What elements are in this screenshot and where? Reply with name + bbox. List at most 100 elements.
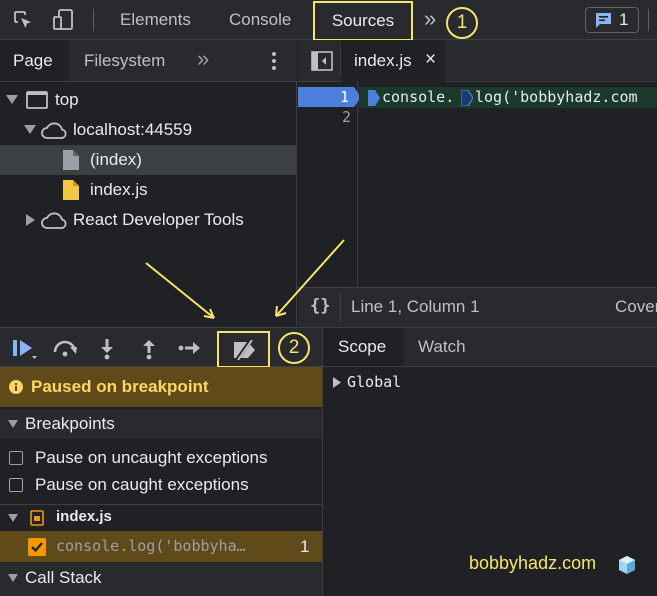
- scope-global-row[interactable]: Global: [323, 371, 657, 395]
- tree-item-host[interactable]: localhost:44559: [0, 115, 297, 145]
- pretty-print-icon[interactable]: {}: [310, 296, 330, 316]
- tab-page-label: Page: [13, 51, 53, 70]
- coverage-label: Cover: [615, 297, 657, 316]
- tab-elements[interactable]: Elements: [120, 0, 191, 40]
- collapsed-arrow-icon: [26, 214, 36, 226]
- pause-options: Pause on uncaught exceptions Pause on ca…: [0, 439, 322, 504]
- debugger-toolbar: 2: [0, 327, 322, 368]
- tab-filesystem[interactable]: Filesystem: [84, 51, 165, 71]
- scope-tabs: Scope Watch: [322, 327, 657, 367]
- breakpoint-file-row[interactable]: index.js: [0, 504, 322, 531]
- breakpoint-file-label: index.js: [56, 508, 112, 525]
- tab-watch[interactable]: Watch: [418, 337, 466, 357]
- devtools-toolbar: Elements Console Sources » 1 1: [0, 0, 657, 41]
- scope-global-label: Global: [347, 373, 402, 391]
- cloud-icon: [40, 212, 68, 230]
- pause-uncaught-checkbox[interactable]: [9, 451, 23, 465]
- tree-item-index-label: (index): [90, 150, 142, 169]
- expand-arrow-icon: [8, 514, 18, 522]
- tree-item-index[interactable]: (index): [0, 145, 297, 175]
- resume-icon[interactable]: [12, 338, 38, 360]
- breakpoint-checkbox[interactable]: [28, 538, 46, 556]
- editor-tab-indexjs[interactable]: index.js ×: [341, 40, 445, 82]
- editor-tab-label: index.js: [354, 51, 412, 70]
- breakpoint-marker[interactable]: 1: [298, 87, 361, 107]
- cursor-position: Line 1, Column 1: [351, 297, 480, 316]
- pause-caught-checkbox[interactable]: [9, 478, 23, 492]
- step-out-icon[interactable]: [141, 338, 157, 360]
- frame-icon: [26, 91, 48, 109]
- paused-text: Paused on breakpoint: [31, 377, 209, 396]
- navigator-tabs: Page Filesystem »: [0, 40, 297, 82]
- toolbar-divider-right: [648, 9, 649, 31]
- message-icon: [595, 12, 612, 29]
- tab-scope-label: Scope: [338, 337, 387, 356]
- close-tab-icon[interactable]: ×: [425, 49, 436, 71]
- collapsed-arrow-icon: [333, 377, 341, 388]
- paused-banner: Paused on breakpoint: [0, 367, 322, 407]
- tab-sources[interactable]: Sources: [313, 1, 413, 41]
- step-into-icon[interactable]: [99, 338, 115, 360]
- line-number-2: 2: [341, 108, 351, 126]
- line-gutter: 1 2: [298, 82, 361, 287]
- info-icon: [9, 380, 23, 394]
- editor-status-bar: {} Line 1, Column 1 Cover: [298, 287, 657, 327]
- step-icon[interactable]: [178, 340, 202, 356]
- toolbar-divider: [93, 9, 94, 31]
- file-tree: top localhost:44559 (index) index.js Rea…: [0, 82, 297, 326]
- file-icon: [62, 149, 80, 171]
- js-file-icon: [30, 510, 44, 526]
- tree-item-host-label: localhost:44559: [73, 120, 193, 139]
- expand-arrow-icon: [8, 574, 18, 582]
- tab-sources-label: Sources: [331, 11, 395, 30]
- pause-uncaught-row[interactable]: Pause on uncaught exceptions: [0, 444, 322, 471]
- more-options-icon[interactable]: [264, 50, 284, 72]
- line-number-1: 1: [339, 88, 349, 106]
- expand-arrow-icon: [24, 125, 36, 135]
- step-over-icon[interactable]: [52, 339, 80, 357]
- call-stack-header[interactable]: Call Stack: [0, 563, 322, 596]
- js-file-icon: [62, 179, 80, 201]
- code-area[interactable]: console. log('bobbyhadz.com: [359, 82, 657, 287]
- tab-console[interactable]: Console: [229, 0, 291, 40]
- breakpoint-line: 1: [300, 537, 310, 556]
- inline-breakpoint-icon[interactable]: [368, 90, 380, 106]
- callout-1: 1: [446, 7, 478, 39]
- deactivate-breakpoints-icon: [231, 340, 259, 360]
- pause-caught-row[interactable]: Pause on caught exceptions: [0, 471, 322, 498]
- deactivate-breakpoints-button[interactable]: [217, 331, 270, 368]
- tree-item-indexjs[interactable]: index.js: [0, 175, 297, 205]
- callout-2: 2: [278, 332, 310, 364]
- pause-uncaught-label: Pause on uncaught exceptions: [35, 448, 268, 467]
- tab-page[interactable]: Page: [0, 40, 69, 81]
- call-stack-title: Call Stack: [25, 568, 102, 587]
- tab-scope[interactable]: Scope: [323, 328, 404, 366]
- cloud-icon: [40, 122, 68, 140]
- tree-item-top-label: top: [55, 90, 79, 109]
- status-divider: [340, 292, 341, 322]
- watermark-text: bobbyhadz.com: [469, 553, 597, 573]
- tree-item-top[interactable]: top: [0, 85, 297, 115]
- pause-caught-label: Pause on caught exceptions: [35, 475, 249, 494]
- breakpoint-code: console.log('bobbyha…: [56, 537, 246, 555]
- issues-count: 1: [619, 10, 629, 29]
- device-toolbar-icon[interactable]: [51, 8, 75, 32]
- issues-badge[interactable]: 1: [585, 7, 639, 33]
- expand-arrow-icon: [8, 420, 18, 428]
- tree-item-indexjs-label: index.js: [90, 180, 148, 199]
- tree-item-react-label: React Developer Tools: [73, 210, 244, 229]
- breakpoint-entry[interactable]: console.log('bobbyha… 1: [0, 531, 322, 562]
- watermark: bobbyhadz.com: [469, 553, 635, 579]
- code-log-call: log('bobbyhadz.com: [475, 88, 638, 106]
- inline-breakpoint-icon-2[interactable]: [461, 90, 473, 106]
- more-tabs-icon[interactable]: »: [424, 6, 436, 32]
- breakpoints-header[interactable]: Breakpoints: [0, 409, 322, 439]
- toggle-navigator-icon[interactable]: [311, 51, 333, 71]
- inspect-element-icon[interactable]: [12, 9, 34, 31]
- editor-tabs: index.js ×: [298, 40, 657, 82]
- more-navigator-icon[interactable]: »: [197, 46, 209, 72]
- breakpoints-title: Breakpoints: [25, 414, 115, 433]
- cube-icon: [617, 555, 637, 575]
- code-console: console.: [382, 88, 455, 106]
- tree-item-react[interactable]: React Developer Tools: [0, 205, 297, 235]
